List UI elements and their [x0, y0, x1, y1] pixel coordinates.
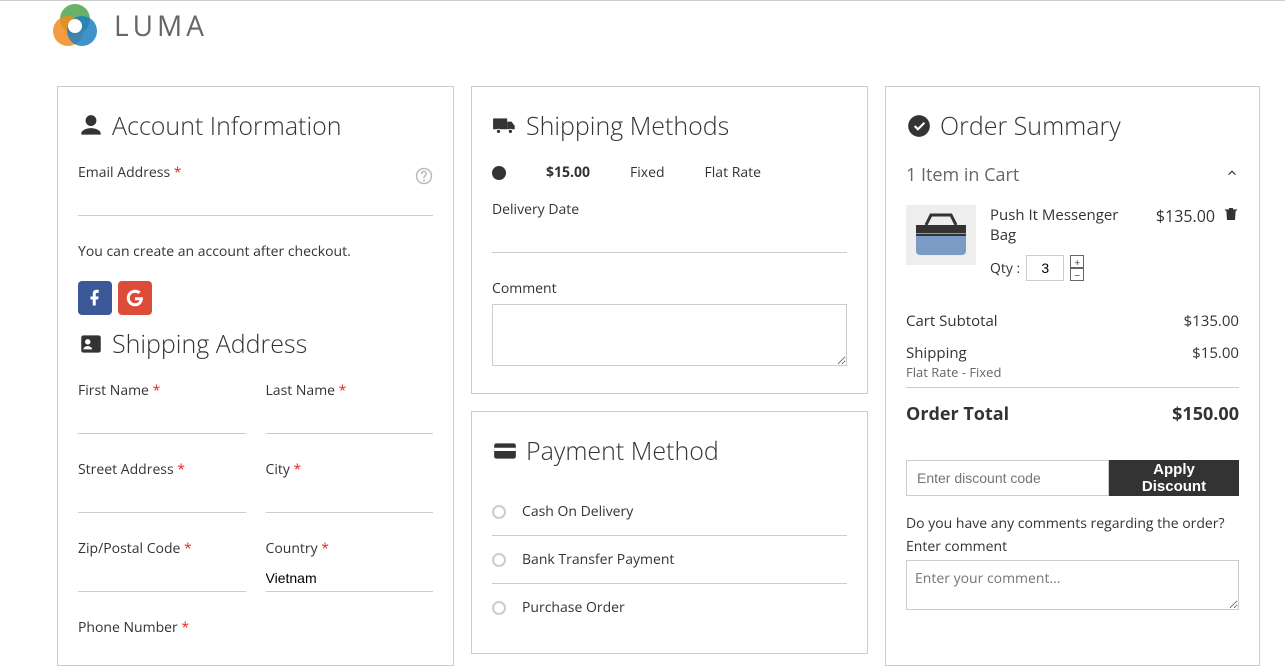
shipping-method-row[interactable]: $15.00 Fixed Flat Rate [492, 163, 847, 182]
product-price: $135.00 [1156, 205, 1215, 227]
order-comment-question: Do you have any comments regarding the o… [906, 514, 1239, 533]
payment-option-po[interactable]: Purchase Order [492, 584, 847, 631]
first-name-label: First Name [78, 381, 246, 400]
remove-item-button[interactable] [1223, 205, 1239, 228]
cart-count: 1 Item in Cart [906, 163, 1019, 187]
help-icon[interactable] [415, 167, 433, 190]
country-label: Country [266, 539, 434, 558]
address-card-icon [78, 331, 104, 357]
order-total-label: Order Total [906, 402, 1009, 426]
card-icon [492, 438, 518, 464]
order-comment-textarea[interactable] [906, 560, 1239, 610]
payment-option-label: Cash On Delivery [522, 502, 633, 521]
apply-discount-button[interactable]: Apply Discount [1109, 460, 1239, 496]
email-input[interactable] [78, 188, 433, 216]
delivery-date-label: Delivery Date [492, 200, 847, 219]
last-name-input[interactable] [266, 406, 434, 434]
check-circle-icon [906, 113, 932, 139]
payment-heading: Payment Method [492, 434, 847, 468]
shipping-carrier: Fixed [630, 163, 665, 182]
shipping-methods-heading: Shipping Methods [492, 109, 847, 143]
account-heading: Account Information [78, 109, 433, 143]
country-input[interactable] [266, 564, 434, 592]
zip-label: Zip/Postal Code [78, 539, 246, 558]
subtotal-label: Cart Subtotal [906, 311, 998, 331]
chevron-up-icon [1225, 166, 1239, 185]
street-label: Street Address [78, 460, 246, 479]
person-icon [78, 113, 104, 139]
logo-icon [50, 1, 100, 51]
google-login-button[interactable] [118, 281, 152, 315]
shipping-total-value: $15.00 [1192, 343, 1239, 363]
order-comment-sublabel: Enter comment [906, 537, 1239, 556]
discount-code-input[interactable] [906, 460, 1109, 496]
payment-option-label: Purchase Order [522, 598, 625, 617]
subtotal-value: $135.00 [1184, 311, 1239, 331]
qty-input[interactable] [1026, 255, 1064, 281]
shipping-address-heading: Shipping Address [78, 327, 433, 361]
payment-option-cod[interactable]: Cash On Delivery [492, 488, 847, 536]
city-input[interactable] [266, 485, 434, 513]
shipping-total-label: Shipping [906, 343, 967, 363]
radio-icon [492, 601, 506, 615]
email-label: Email Address [78, 163, 433, 182]
last-name-label: Last Name [266, 381, 434, 400]
first-name-input[interactable] [78, 406, 246, 434]
zip-input[interactable] [78, 564, 246, 592]
qty-increment-button[interactable]: + [1070, 255, 1084, 268]
delivery-date-input[interactable] [492, 225, 847, 253]
shipping-price: $15.00 [546, 163, 590, 182]
payment-option-bank[interactable]: Bank Transfer Payment [492, 536, 847, 584]
logo-text: LUMA [114, 7, 208, 45]
truck-icon [492, 113, 518, 139]
shipping-sublabel: Flat Rate - Fixed [906, 363, 1239, 381]
order-total-value: $150.00 [1172, 402, 1239, 426]
street-input[interactable] [78, 485, 246, 513]
cart-items-toggle[interactable]: 1 Item in Cart [906, 163, 1239, 187]
qty-decrement-button[interactable]: − [1070, 268, 1084, 281]
account-hint: You can create an account after checkout… [78, 242, 433, 261]
radio-icon [492, 505, 506, 519]
product-thumbnail[interactable] [906, 205, 976, 265]
cart-item: Push It Messenger Bag Qty : + − $135.00 [906, 205, 1239, 281]
shipping-comment-textarea[interactable] [492, 304, 847, 366]
facebook-login-button[interactable] [78, 281, 112, 315]
qty-label: Qty : [990, 259, 1020, 278]
logo[interactable]: LUMA [50, 1, 208, 51]
shipping-comment-label: Comment [492, 279, 847, 298]
radio-selected-icon [492, 166, 506, 180]
phone-label: Phone Number [78, 618, 433, 637]
radio-icon [492, 553, 506, 567]
product-name[interactable]: Push It Messenger Bag [990, 205, 1142, 245]
city-label: City [266, 460, 434, 479]
payment-option-label: Bank Transfer Payment [522, 550, 674, 569]
summary-heading: Order Summary [906, 109, 1239, 143]
trash-icon [1223, 205, 1239, 223]
shipping-method-name: Flat Rate [705, 163, 761, 182]
